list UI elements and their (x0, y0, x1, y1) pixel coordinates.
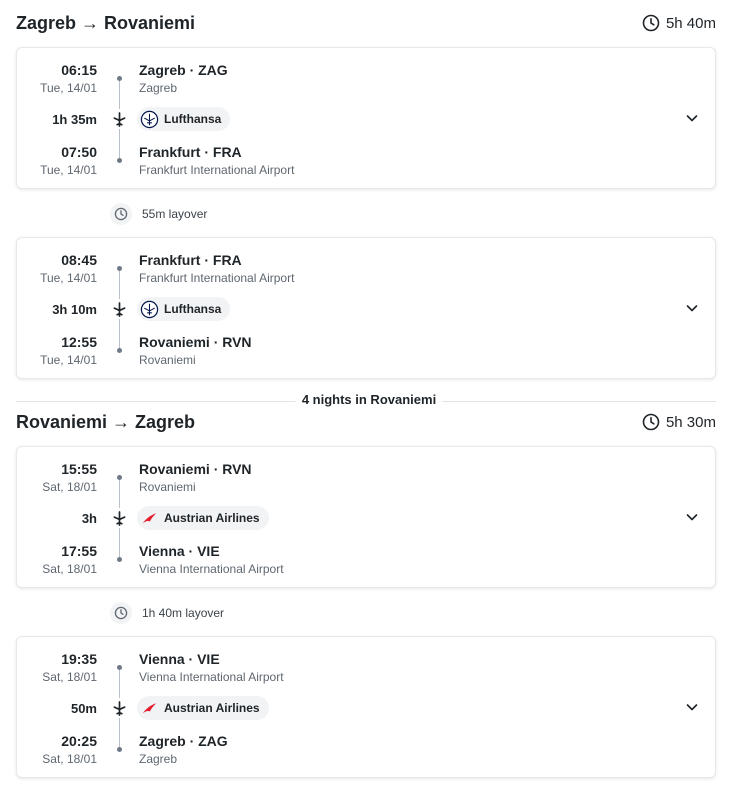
timeline-line (119, 718, 120, 747)
departure-place: Rovaniemi · RVN (139, 461, 252, 477)
departure-place: Zagreb · ZAG (139, 62, 228, 78)
layover-text: 55m layover (142, 207, 208, 221)
timeline-line (119, 670, 120, 698)
segment-duration: 1h 35m (52, 112, 97, 127)
arrival-time: 20:25 (61, 733, 97, 749)
chevron-down-icon[interactable] (685, 700, 699, 714)
return-duration-text: 5h 30m (665, 413, 716, 431)
departure-date: Sat, 18/01 (42, 670, 97, 684)
layover-info: 55m layover (110, 203, 207, 225)
austrian-logo-icon (140, 509, 159, 528)
lufthansa-logo-icon (140, 110, 159, 129)
arrival-dot (117, 747, 122, 752)
outbound-route-title: Zagreb → Rovaniemi (16, 12, 196, 33)
return-route-title: Rovaniemi → Zagreb (16, 411, 196, 432)
departure-time: 08:45 (61, 252, 97, 268)
chevron-down-icon[interactable] (685, 510, 699, 524)
arrival-place: Frankfurt · FRA (139, 144, 242, 160)
airline-name: Austrian Airlines (164, 701, 260, 715)
departure-date: Sat, 18/01 (42, 480, 97, 494)
outbound-total-duration: 5h 40m (642, 14, 716, 32)
timeline-line (119, 81, 120, 109)
arrival-date: Sat, 18/01 (42, 562, 97, 576)
arrival-dot (117, 348, 122, 353)
departure-time: 15:55 (61, 461, 97, 477)
arrival-airport: Rovaniemi (139, 353, 196, 367)
arrival-airport: Vienna International Airport (139, 562, 284, 576)
timeline-line (119, 319, 120, 348)
departure-time: 06:15 (61, 62, 97, 78)
arrival-date: Sat, 18/01 (42, 752, 97, 766)
arrival-time: 17:55 (61, 543, 97, 559)
chevron-down-icon[interactable] (685, 111, 699, 125)
clock-icon (110, 203, 132, 225)
timeline-line (119, 271, 120, 299)
clock-icon (642, 14, 660, 32)
plane-icon (113, 302, 126, 317)
timeline-line (119, 129, 120, 158)
flight-segment-card[interactable]: 19:35 Sat, 18/01 50m 20:25 Sat, 18/01 Vi… (16, 636, 716, 778)
austrian-logo-icon (140, 699, 159, 718)
flight-segment-card[interactable]: 06:15 Tue, 14/01 1h 35m 07:50 Tue, 14/01… (16, 47, 716, 189)
segment-duration: 3h 10m (52, 302, 97, 317)
return-header: Rovaniemi → Zagreb 5h 30m (16, 410, 716, 434)
return-total-duration: 5h 30m (642, 413, 716, 431)
plane-icon (113, 112, 126, 127)
arrival-date: Tue, 14/01 (40, 163, 97, 177)
arrival-time: 07:50 (61, 144, 97, 160)
airline-badge: Austrian Airlines (137, 506, 269, 530)
arrival-place: Rovaniemi · RVN (139, 334, 252, 350)
layover-info: 1h 40m layover (110, 602, 224, 624)
arrival-date: Tue, 14/01 (40, 353, 97, 367)
departure-time: 19:35 (61, 651, 97, 667)
airline-badge: Lufthansa (137, 107, 231, 131)
arrival-place: Vienna · VIE (139, 543, 220, 559)
departure-date: Tue, 14/01 (40, 81, 97, 95)
departure-date: Tue, 14/01 (40, 271, 97, 285)
departure-airport: Zagreb (139, 81, 178, 95)
outbound-duration-text: 5h 40m (665, 14, 716, 32)
airline-name: Austrian Airlines (164, 511, 260, 525)
lufthansa-logo-icon (140, 300, 159, 319)
segment-duration: 3h (81, 511, 97, 526)
departure-place: Frankfurt · FRA (139, 252, 242, 268)
layover-text: 1h 40m layover (142, 606, 225, 620)
airline-badge: Lufthansa (137, 297, 231, 321)
airline-name: Lufthansa (164, 112, 222, 126)
stay-duration-label: 4 nights in Rovaniemi (295, 392, 443, 407)
flight-segment-card[interactable]: 08:45 Tue, 14/01 3h 10m 12:55 Tue, 14/01… (16, 237, 716, 379)
departure-airport: Rovaniemi (139, 480, 196, 494)
timeline-line (119, 528, 120, 557)
segment-duration: 50m (70, 701, 97, 716)
arrival-airport: Zagreb (139, 752, 178, 766)
airline-name: Lufthansa (164, 302, 222, 316)
flight-segment-card[interactable]: 15:55 Sat, 18/01 3h 17:55 Sat, 18/01 Rov… (16, 446, 716, 588)
arrival-dot (117, 158, 122, 163)
airline-badge: Austrian Airlines (137, 696, 269, 720)
plane-icon (113, 511, 126, 526)
chevron-down-icon[interactable] (685, 301, 699, 315)
departure-place: Vienna · VIE (139, 651, 220, 667)
departure-airport: Frankfurt International Airport (139, 271, 295, 285)
arrival-dot (117, 557, 122, 562)
arrival-place: Zagreb · ZAG (139, 733, 228, 749)
plane-icon (113, 701, 126, 716)
timeline-line (119, 480, 120, 508)
clock-icon (642, 413, 660, 431)
outbound-header: Zagreb → Rovaniemi 5h 40m (16, 11, 716, 35)
arrival-airport: Frankfurt International Airport (139, 163, 295, 177)
arrival-time: 12:55 (61, 334, 97, 350)
clock-icon (110, 602, 132, 624)
departure-airport: Vienna International Airport (139, 670, 284, 684)
